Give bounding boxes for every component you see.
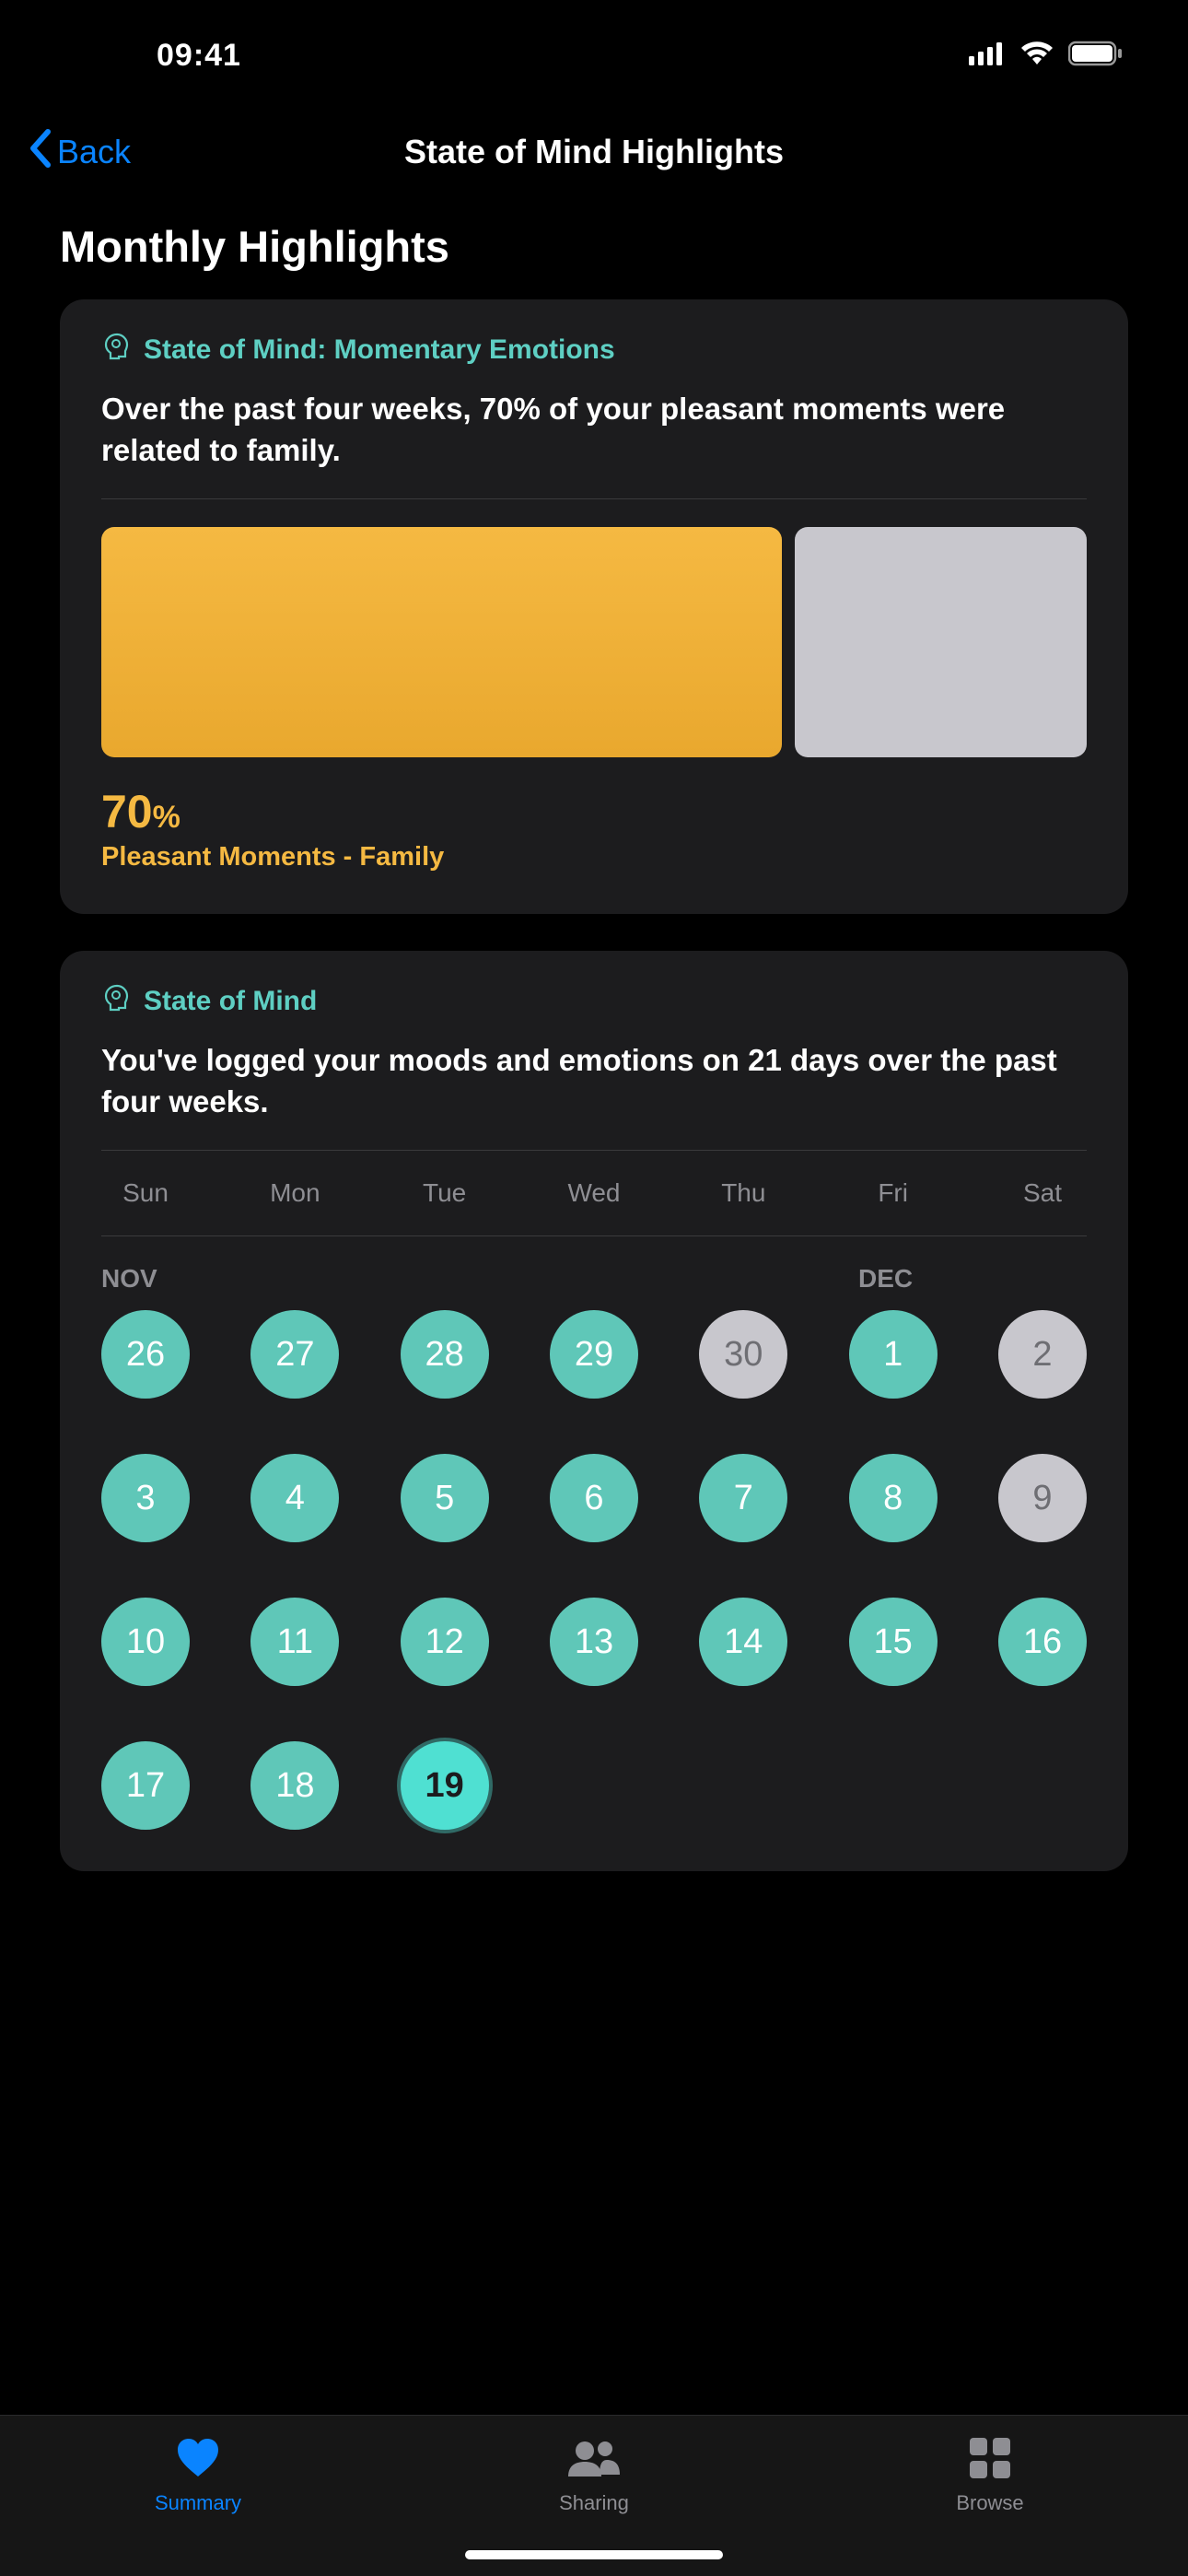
weekday-label: Thu <box>699 1178 787 1208</box>
mind-icon <box>101 332 131 369</box>
weekday-label: Mon <box>250 1178 339 1208</box>
weekday-label: Sun <box>101 1178 190 1208</box>
calendar-day[interactable]: 10 <box>101 1598 190 1686</box>
browse-icon <box>968 2432 1012 2484</box>
calendar-day[interactable]: 11 <box>250 1598 339 1686</box>
percentage-value: 70% <box>101 785 1087 838</box>
percentage-label: Pleasant Moments - Family <box>101 842 1087 872</box>
calendar-day[interactable]: 5 <box>401 1454 489 1542</box>
calendar-day[interactable]: 8 <box>849 1454 938 1542</box>
tab-browse[interactable]: Browse <box>898 2432 1082 2515</box>
month-label-dec: DEC <box>858 1264 1087 1294</box>
tab-summary[interactable]: Summary <box>106 2432 290 2515</box>
tab-label: Browse <box>956 2491 1023 2515</box>
divider <box>101 498 1087 499</box>
weekday-header: Sun Mon Tue Wed Thu Fri Sat <box>101 1178 1087 1208</box>
calendar-day[interactable]: 29 <box>550 1310 638 1399</box>
status-bar: 09:41 <box>0 0 1188 111</box>
sharing-icon <box>565 2432 623 2484</box>
calendar-row: 3456789 <box>101 1454 1087 1542</box>
calendar-day[interactable]: 30 <box>699 1310 787 1399</box>
tab-label: Summary <box>155 2491 241 2515</box>
calendar-row: 17 18 19 <box>101 1741 1087 1830</box>
mind-icon <box>101 983 131 1020</box>
summary-icon <box>174 2432 222 2484</box>
calendar-day[interactable]: 4 <box>250 1454 339 1542</box>
calendar-day[interactable]: 18 <box>250 1741 339 1830</box>
chevron-left-icon <box>28 128 53 177</box>
back-label: Back <box>57 133 131 171</box>
bar-segment-remainder <box>795 527 1087 757</box>
calendar-day[interactable]: 6 <box>550 1454 638 1542</box>
status-time: 09:41 <box>157 38 241 74</box>
card-description: You've logged your moods and emotions on… <box>101 1040 1087 1122</box>
highlight-card-emotions[interactable]: State of Mind: Momentary Emotions Over t… <box>60 299 1128 914</box>
calendar-day[interactable]: 3 <box>101 1454 190 1542</box>
calendar-day[interactable]: 27 <box>250 1310 339 1399</box>
weekday-label: Sat <box>998 1178 1087 1208</box>
tab-label: Sharing <box>559 2491 629 2515</box>
weekday-label: Tue <box>401 1178 489 1208</box>
back-button[interactable]: Back <box>28 128 131 177</box>
divider <box>101 1235 1087 1236</box>
card-heading: State of Mind <box>144 986 317 1017</box>
home-indicator[interactable] <box>465 2550 723 2559</box>
calendar-day[interactable]: 17 <box>101 1741 190 1830</box>
calendar-day[interactable]: 9 <box>998 1454 1087 1542</box>
cellular-icon <box>969 41 1006 70</box>
status-icons <box>969 41 1124 71</box>
calendar-grid: 262728293012345678910111213141516171819 <box>101 1310 1087 1830</box>
highlight-card-calendar[interactable]: State of Mind You've logged your moods a… <box>60 951 1128 1871</box>
calendar-day[interactable]: 1 <box>849 1310 938 1399</box>
calendar-day[interactable]: 14 <box>699 1598 787 1686</box>
calendar-day[interactable]: 7 <box>699 1454 787 1542</box>
weekday-label: Wed <box>550 1178 638 1208</box>
month-label-row: NOV DEC <box>101 1264 1087 1294</box>
card-header: State of Mind <box>101 983 1087 1020</box>
calendar-day[interactable]: 15 <box>849 1598 938 1686</box>
nav-title: State of Mind Highlights <box>0 133 1188 171</box>
battery-icon <box>1068 41 1124 71</box>
calendar-row: 10 11 12 13 14 15 16 <box>101 1598 1087 1686</box>
calendar-day[interactable]: 2 <box>998 1310 1087 1399</box>
wifi-icon <box>1019 41 1055 71</box>
calendar-day[interactable]: 28 <box>401 1310 489 1399</box>
calendar-day[interactable]: 26 <box>101 1310 190 1399</box>
nav-bar: Back State of Mind Highlights <box>0 111 1188 193</box>
calendar-day[interactable]: 16 <box>998 1598 1087 1686</box>
card-description: Over the past four weeks, 70% of your pl… <box>101 389 1087 471</box>
divider <box>101 1150 1087 1151</box>
page-title: Monthly Highlights <box>60 221 1128 272</box>
content-area: Monthly Highlights State of Mind: Moment… <box>0 193 1188 2415</box>
card-heading: State of Mind: Momentary Emotions <box>144 334 615 366</box>
calendar-day[interactable]: 12 <box>401 1598 489 1686</box>
tab-sharing[interactable]: Sharing <box>502 2432 686 2515</box>
weekday-label: Fri <box>849 1178 938 1208</box>
month-label-nov: NOV <box>101 1264 241 1294</box>
calendar-day[interactable]: 19 <box>401 1741 489 1830</box>
percentage-bar <box>101 527 1087 757</box>
calendar-row: 26 27 28 29 30 12 <box>101 1310 1087 1399</box>
card-header: State of Mind: Momentary Emotions <box>101 332 1087 369</box>
bar-segment-filled <box>101 527 782 757</box>
calendar-day[interactable]: 13 <box>550 1598 638 1686</box>
